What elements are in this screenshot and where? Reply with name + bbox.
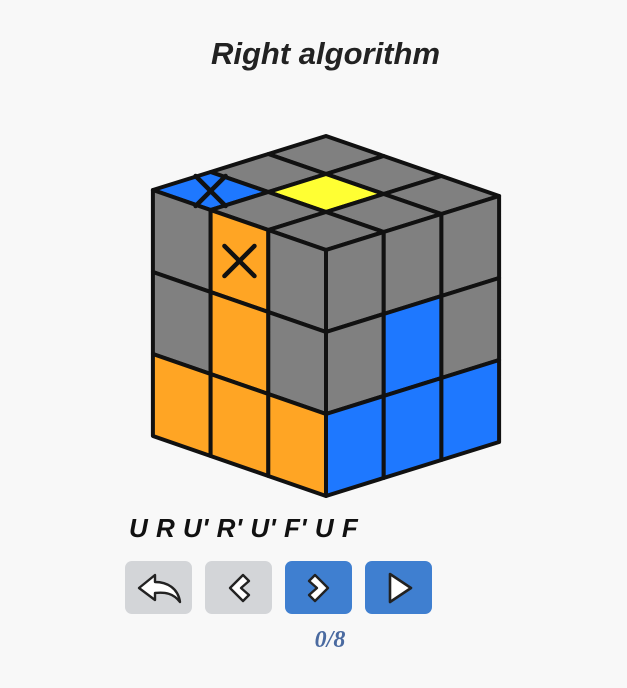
undo-arrow-icon [137, 573, 181, 603]
next-step-button[interactable] [285, 561, 352, 614]
algorithm-notation: U R U' R' U' F' U F [129, 513, 359, 543]
reset-button[interactable] [125, 561, 192, 614]
previous-step-button[interactable] [205, 561, 272, 614]
cube-left-sticker [208, 372, 271, 478]
play-button[interactable] [365, 561, 432, 614]
cube-right-sticker [439, 358, 502, 462]
play-triangle-icon [388, 572, 412, 603]
cube-right-sticker [381, 376, 444, 480]
chevron-right-icon [307, 573, 329, 602]
step-counter: 0/8 [314, 627, 346, 653]
cube-right-sticker [324, 394, 386, 498]
chevron-left-icon [228, 573, 250, 602]
cube-left-sticker [150, 352, 213, 458]
cube-left-sticker [266, 392, 328, 498]
